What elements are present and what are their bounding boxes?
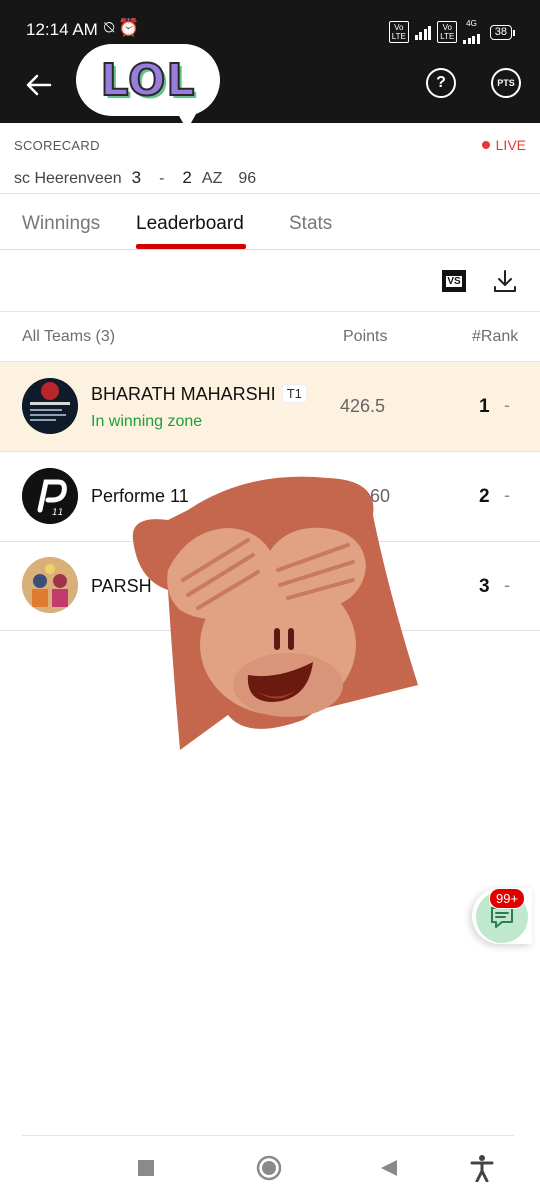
tab-winnings[interactable]: Winnings — [22, 213, 100, 235]
home-circle-icon — [256, 1155, 282, 1181]
tab-leaderboard[interactable]: Leaderboard — [136, 213, 244, 235]
team-avatar-image: 11 — [22, 468, 78, 524]
accessibility-button[interactable] — [468, 1154, 496, 1182]
team-a-score: 3 — [131, 168, 142, 187]
live-dot-icon — [481, 141, 490, 149]
back-triangle-icon — [381, 1160, 397, 1176]
compare-teams-icon[interactable]: VS — [442, 270, 466, 292]
rank-change: - — [504, 485, 510, 505]
download-icon[interactable] — [492, 268, 518, 294]
rank-change: - — [504, 575, 510, 595]
battery-icon: 38 — [489, 24, 516, 40]
divider — [0, 311, 540, 312]
network-type: 4G — [466, 19, 477, 28]
lol-sticker: LOL — [76, 44, 220, 130]
nav-divider — [22, 1135, 514, 1136]
back-button[interactable] — [22, 68, 56, 102]
help-chat-icon[interactable]: ? — [426, 68, 456, 98]
chat-unread-badge: 99+ — [489, 888, 526, 909]
team-b-name: AZ — [201, 170, 223, 187]
home-button[interactable] — [255, 1154, 283, 1182]
table-row[interactable]: BHARATH MAHARSHI T1 In winning zone 426.5… — [0, 362, 540, 452]
match-minute: 96 — [238, 170, 257, 187]
accessibility-icon — [470, 1155, 494, 1182]
see-no-evil-monkey-sticker — [132, 476, 418, 750]
compare-label: VS — [446, 275, 462, 287]
volte-icon: Vo LTE — [388, 21, 409, 43]
live-label: LIVE — [495, 137, 526, 153]
header-points: Points — [343, 328, 388, 345]
avatar — [22, 378, 78, 434]
team-a-name: sc Heerenveen — [14, 170, 122, 187]
alarm-icon: ⏰ — [118, 18, 144, 37]
match-score[interactable]: sc Heerenveen 3 - 2 AZ 96 — [14, 168, 256, 188]
winning-zone-status: In winning zone — [91, 413, 203, 430]
team-b-score: 2 — [182, 168, 192, 187]
team-points: 426.5 — [340, 396, 386, 416]
team-avatar-image — [22, 557, 78, 613]
back-nav-button[interactable] — [375, 1154, 403, 1182]
signal-icon-2 — [463, 28, 480, 44]
mute-alarm-icon: ⍉ — [104, 18, 119, 37]
svg-text:11: 11 — [52, 508, 63, 518]
signal-4g-group: 4G — [463, 20, 480, 44]
live-indicator: LIVE — [481, 137, 526, 153]
volte-icon-2: Vo LTE — [437, 21, 458, 43]
score-separator: - — [159, 170, 165, 187]
team-rank: 1 — [479, 396, 490, 417]
divider — [0, 193, 540, 194]
avatar: 11 — [22, 468, 78, 524]
team-avatar-image — [22, 378, 78, 434]
divider — [0, 249, 540, 250]
signal-icon — [414, 24, 432, 40]
team-rank: 3 — [479, 576, 490, 597]
status-time: 12:14 AM — [26, 20, 98, 39]
status-notification-icons: ⍉⏰ — [104, 18, 143, 38]
status-right-icons: Vo LTE Vo LTE 4G 38 — [388, 20, 516, 44]
rank-change: - — [504, 395, 510, 415]
lol-sticker-text: LOL — [100, 54, 196, 107]
avatar — [22, 557, 78, 613]
team-rank: 2 — [479, 486, 490, 507]
scorecard-label: SCORECARD — [14, 138, 100, 153]
header-all-teams: All Teams (3) — [22, 328, 116, 345]
team-tag: T1 — [281, 384, 307, 403]
team-name-text: BHARATH MAHARSHI — [91, 384, 276, 404]
team-name[interactable]: BHARATH MAHARSHI T1 — [91, 384, 307, 405]
header-rank: #Rank — [472, 328, 519, 345]
back-arrow-icon — [26, 74, 52, 96]
recents-button[interactable] — [132, 1154, 160, 1182]
recents-square-icon — [138, 1160, 154, 1176]
tab-stats[interactable]: Stats — [289, 213, 332, 235]
points-system-button[interactable]: PTS — [491, 68, 521, 98]
